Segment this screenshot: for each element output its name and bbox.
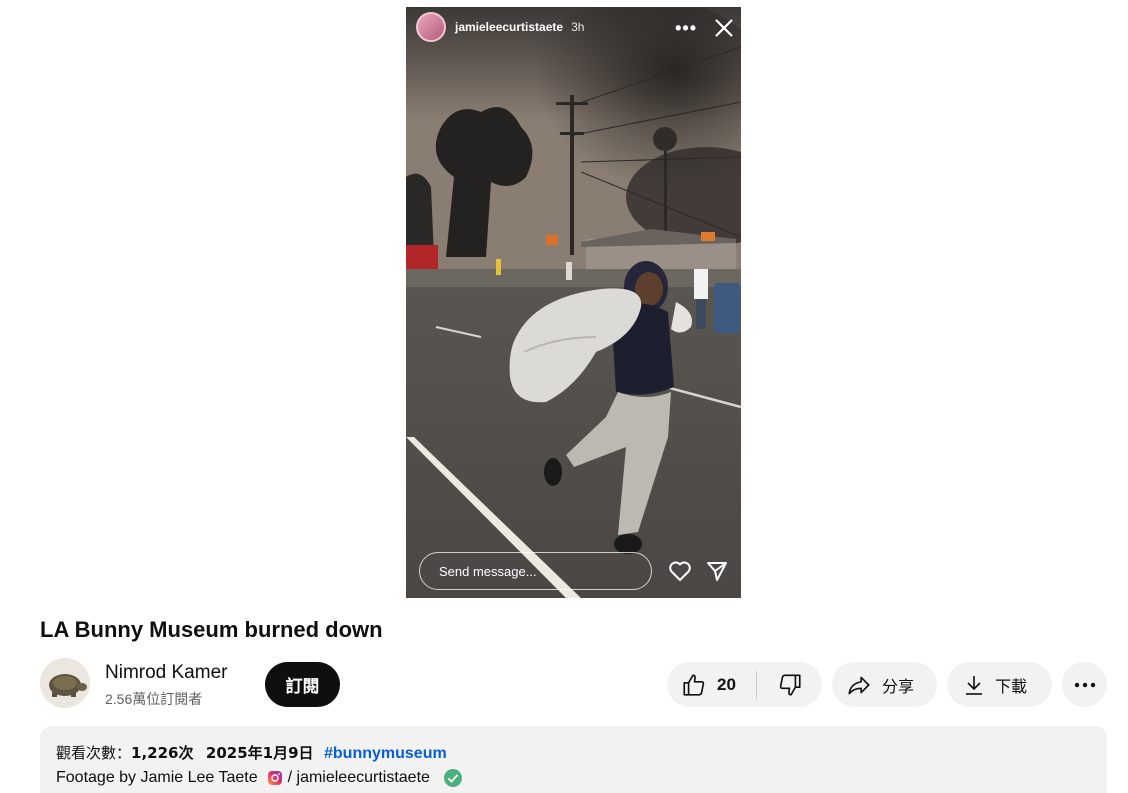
download-icon bbox=[966, 675, 982, 695]
video-title: LA Bunny Museum burned down bbox=[40, 617, 383, 642]
channel-name[interactable]: Nimrod Kamer bbox=[105, 662, 227, 684]
description-box[interactable]: 觀看次數：1,226次 2025年1月9日 #bunnymuseum Foota… bbox=[40, 726, 1107, 793]
thumbs-down-icon bbox=[779, 673, 801, 696]
more-actions-button[interactable] bbox=[1062, 662, 1107, 707]
share-label: 分享 bbox=[882, 676, 915, 696]
story-username[interactable]: jamieleecurtistaete bbox=[455, 20, 563, 34]
views-count: 1,226次 bbox=[131, 744, 194, 762]
dislike-button[interactable] bbox=[757, 662, 822, 707]
send-message-field[interactable]: Send message... bbox=[419, 552, 652, 590]
like-count: 20 bbox=[717, 674, 736, 694]
like-dislike-group: 20 bbox=[667, 662, 822, 707]
upload-date: 2025年1月9日 bbox=[205, 744, 314, 762]
subscribe-button[interactable]: 訂閱 bbox=[265, 662, 340, 707]
description-credit: Footage by Jamie Lee Taete / jamieleecur… bbox=[56, 768, 1107, 788]
description-stats: 觀看次數：1,226次 2025年1月9日 #bunnymuseum bbox=[56, 742, 1107, 768]
views-label: 觀看次數： bbox=[56, 744, 132, 762]
download-button[interactable]: 下載 bbox=[947, 662, 1052, 707]
check-circle-icon bbox=[443, 769, 462, 787]
send-icon[interactable] bbox=[706, 560, 728, 582]
video-player[interactable]: jamieleecurtistaete 3h ••• Send message.… bbox=[406, 7, 741, 598]
close-icon[interactable] bbox=[713, 17, 735, 39]
story-more-icon[interactable]: ••• bbox=[675, 18, 697, 39]
tortoise-avatar-image bbox=[40, 658, 90, 708]
share-button[interactable]: 分享 bbox=[832, 662, 937, 707]
hashtag-link[interactable]: #bunnymuseum bbox=[324, 745, 447, 762]
more-horizontal-icon bbox=[1074, 682, 1095, 687]
download-label: 下載 bbox=[995, 676, 1028, 696]
subscriber-count: 2.56萬位訂閱者 bbox=[105, 691, 203, 707]
instagram-icon bbox=[267, 771, 282, 785]
story-avatar[interactable] bbox=[416, 12, 446, 42]
thumbs-up-icon bbox=[683, 673, 705, 696]
video-frame bbox=[406, 7, 741, 598]
channel-avatar[interactable] bbox=[40, 658, 90, 708]
story-time: 3h bbox=[571, 20, 585, 34]
credit-handle-link[interactable]: / jamieleecurtistaete bbox=[288, 769, 430, 787]
share-arrow-icon bbox=[848, 676, 870, 694]
credit-text: Footage by Jamie Lee Taete bbox=[56, 769, 258, 786]
heart-icon[interactable] bbox=[668, 560, 692, 582]
like-button[interactable]: 20 bbox=[667, 662, 756, 707]
